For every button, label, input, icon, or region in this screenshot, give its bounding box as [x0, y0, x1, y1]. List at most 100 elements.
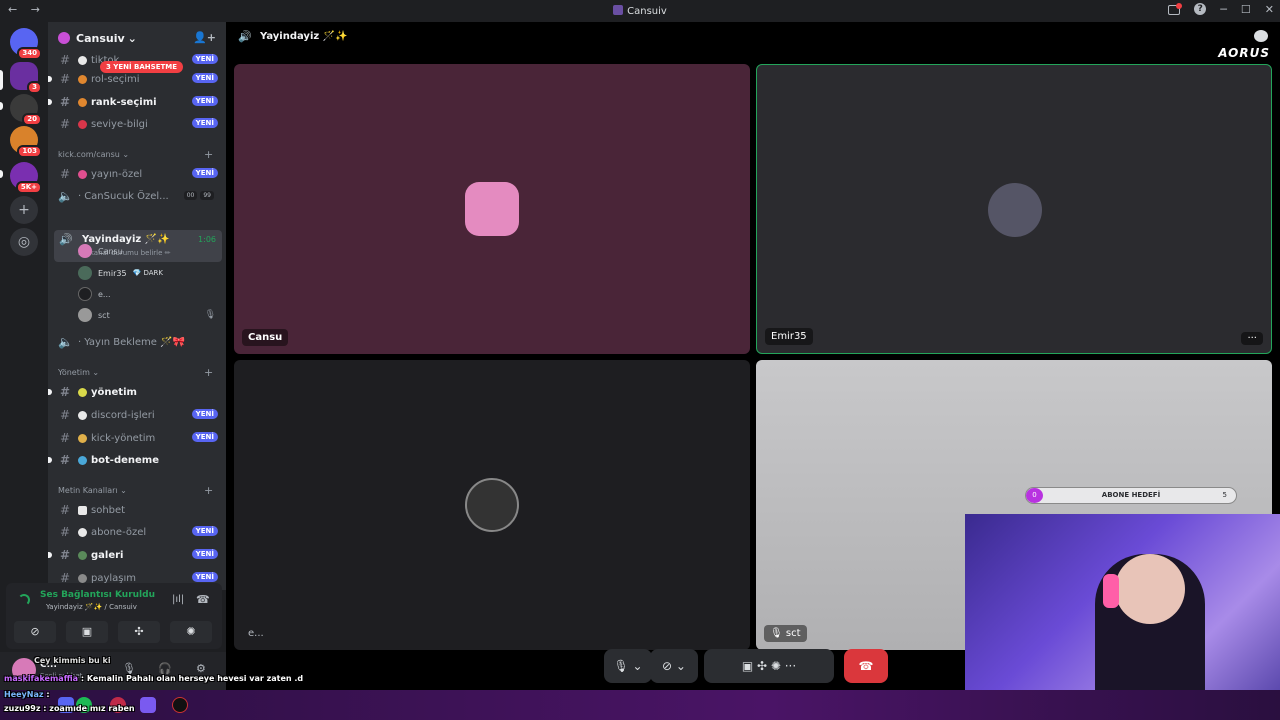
channel-emoji [78, 55, 87, 65]
taskbar-obs-icon[interactable] [172, 697, 188, 713]
invite-icon[interactable]: 👤+ [193, 31, 216, 44]
video-tile-cansu[interactable]: Cansu [234, 64, 750, 354]
channel-emoji [78, 527, 87, 537]
speaker-icon: 🔊 [238, 30, 252, 43]
window-title-text: Cansuiv [627, 6, 667, 17]
more-options-icon[interactable]: ··· [1241, 332, 1263, 345]
channel-seviye-bilgi[interactable]: # seviye-bilgi YENİ [54, 114, 222, 134]
maximize-button[interactable]: ☐ [1241, 3, 1251, 16]
hash-icon: # [59, 548, 71, 562]
mic-button[interactable]: 🎙 ⌄ [604, 649, 652, 683]
avatar [465, 478, 519, 532]
add-server-icon[interactable]: + [10, 196, 38, 224]
activities-button[interactable]: ✣ [118, 621, 160, 643]
server-3[interactable]: 103 [10, 126, 42, 158]
channel-bot-deneme[interactable]: # bot-deneme [48, 450, 222, 470]
hash-icon: # [59, 525, 71, 539]
user-tag: 💎 DARK [132, 269, 163, 277]
unread-indicator [48, 552, 52, 558]
voice-user-name: sct [98, 310, 110, 320]
voice-user-cansu[interactable]: Cansu [78, 241, 222, 261]
streamer-face [1115, 554, 1185, 624]
camera-button[interactable]: ⊘ ⌄ [650, 649, 698, 683]
minimize-button[interactable]: ─ [1220, 3, 1227, 16]
user-limit-value: 99 [200, 191, 214, 200]
taskbar: zuzu99z : zoamıde mız raben [0, 690, 1280, 720]
discover-icon[interactable]: ◎ [10, 228, 38, 256]
channel-name: paylaşım [91, 572, 137, 584]
channel-name: yönetim [91, 386, 137, 398]
close-button[interactable]: ✕ [1265, 3, 1274, 16]
camera-off-button[interactable]: ⊘ [14, 621, 56, 643]
channel-name: rol-seçimi [91, 73, 140, 85]
channel-abone-ozel[interactable]: # abone-özel YENİ [54, 522, 222, 542]
voice-user-sct[interactable]: sct 🎙 [78, 305, 222, 325]
category-metin[interactable]: Metin Kanalları ⌄ + [58, 484, 213, 497]
channel-name: sohbet [91, 504, 126, 516]
active-server-pill [0, 70, 3, 90]
avatar [78, 287, 92, 301]
channel-emoji [78, 573, 87, 583]
server-badge: 5K+ [15, 181, 42, 194]
leave-call-button[interactable]: ☎ [844, 649, 888, 683]
voice-user-e[interactable]: e... [78, 284, 222, 304]
channel-yayin-ozel[interactable]: # yayın-özel YENİ [54, 164, 222, 184]
voice-connected-label[interactable]: Ses Bağlantısı Kuruldu [40, 590, 155, 600]
help-icon[interactable]: ? [1194, 3, 1207, 15]
category-yonetim[interactable]: Yönetim ⌄ + [58, 366, 213, 379]
hash-icon: # [59, 431, 71, 445]
hash-icon: # [59, 95, 71, 109]
add-channel-icon[interactable]: + [204, 366, 213, 379]
channel-galeri[interactable]: # galeri YENİ [48, 545, 222, 565]
channel-yonetim[interactable]: # yönetim [48, 382, 222, 402]
channel-rank-secimi[interactable]: # rank-seçimi YENİ [48, 92, 222, 112]
add-channel-icon[interactable]: + [204, 148, 213, 161]
add-channel-icon[interactable]: + [204, 484, 213, 497]
goal-label: ABONE HEDEFİ [1101, 491, 1161, 499]
taskbar-active-app-icon[interactable] [140, 697, 156, 713]
user-count: 00 [183, 191, 198, 200]
channel-emoji [78, 455, 87, 465]
avatar [78, 244, 92, 258]
channel-name: kick-yönetim [91, 432, 156, 444]
inbox-icon[interactable] [1168, 3, 1183, 15]
channel-emoji [78, 505, 87, 515]
unread-pill [0, 170, 3, 178]
channel-yayin-bekleme[interactable]: 🔈 · Yayın Bekleme 🪄🎀 [54, 332, 222, 352]
channel-sohbet[interactable]: # sohbet [54, 500, 222, 520]
chat-bubble-icon[interactable] [1254, 30, 1268, 42]
window-title: Cansuiv [0, 5, 1280, 17]
channel-kick-yonetim[interactable]: # kick-yönetim YENİ [54, 428, 222, 448]
video-tile-e[interactable]: e... [234, 360, 750, 650]
voice-connected-channel[interactable]: Yayindayiz 🪄✨ / Cansuiv [46, 603, 137, 611]
category-kick[interactable]: kick.com/cansu ⌄ + [58, 148, 213, 161]
hash-icon: # [59, 72, 71, 86]
tile-label: 🎙 sct [764, 625, 807, 642]
server-cansuiv[interactable]: 3 [10, 62, 42, 94]
server-4[interactable]: 5K+ [10, 162, 42, 194]
app-icon [613, 5, 624, 15]
soundboard-button[interactable]: ✺ [170, 621, 212, 643]
new-badge: YENİ [191, 96, 218, 106]
channel-sidebar: Cansuiv ⌄ 👤+ # tiktok YENİ 3 YENİ BAHSET… [48, 22, 226, 590]
category-label: Yönetim [58, 368, 90, 377]
channel-discord-isleri[interactable]: # discord-işleri YENİ [54, 405, 222, 425]
guild-name: Cansuiv [76, 31, 125, 45]
home-button[interactable]: 340 [10, 28, 42, 60]
server-2[interactable]: 20 [10, 94, 42, 126]
voice-user-emir35[interactable]: Emir35 💎 DARK [78, 263, 222, 283]
unread-indicator [48, 99, 52, 105]
share-activity-buttons[interactable]: ▣ ✣ ✺ ··· [704, 649, 834, 683]
disconnect-icon[interactable]: ☎ [196, 593, 210, 606]
video-tile-emir35[interactable]: Emir35 ··· [756, 64, 1272, 354]
tile-label: e... [248, 628, 264, 639]
screen-share-button[interactable]: ▣ [66, 621, 108, 643]
noise-suppression-icon[interactable]: |ıl| [172, 594, 184, 605]
channel-rol-secimi[interactable]: # rol-seçimi YENİ [48, 69, 222, 89]
hash-icon: # [59, 167, 71, 181]
channel-name: bot-deneme [91, 454, 160, 466]
chat-message: : zoamıde mız raben [43, 704, 135, 713]
channel-dot: · [78, 190, 82, 202]
voice-user-name: Emir35 [98, 268, 127, 278]
channel-cansucuk[interactable]: 🔈 · CanSucuk Özel... 00 99 [54, 186, 222, 206]
